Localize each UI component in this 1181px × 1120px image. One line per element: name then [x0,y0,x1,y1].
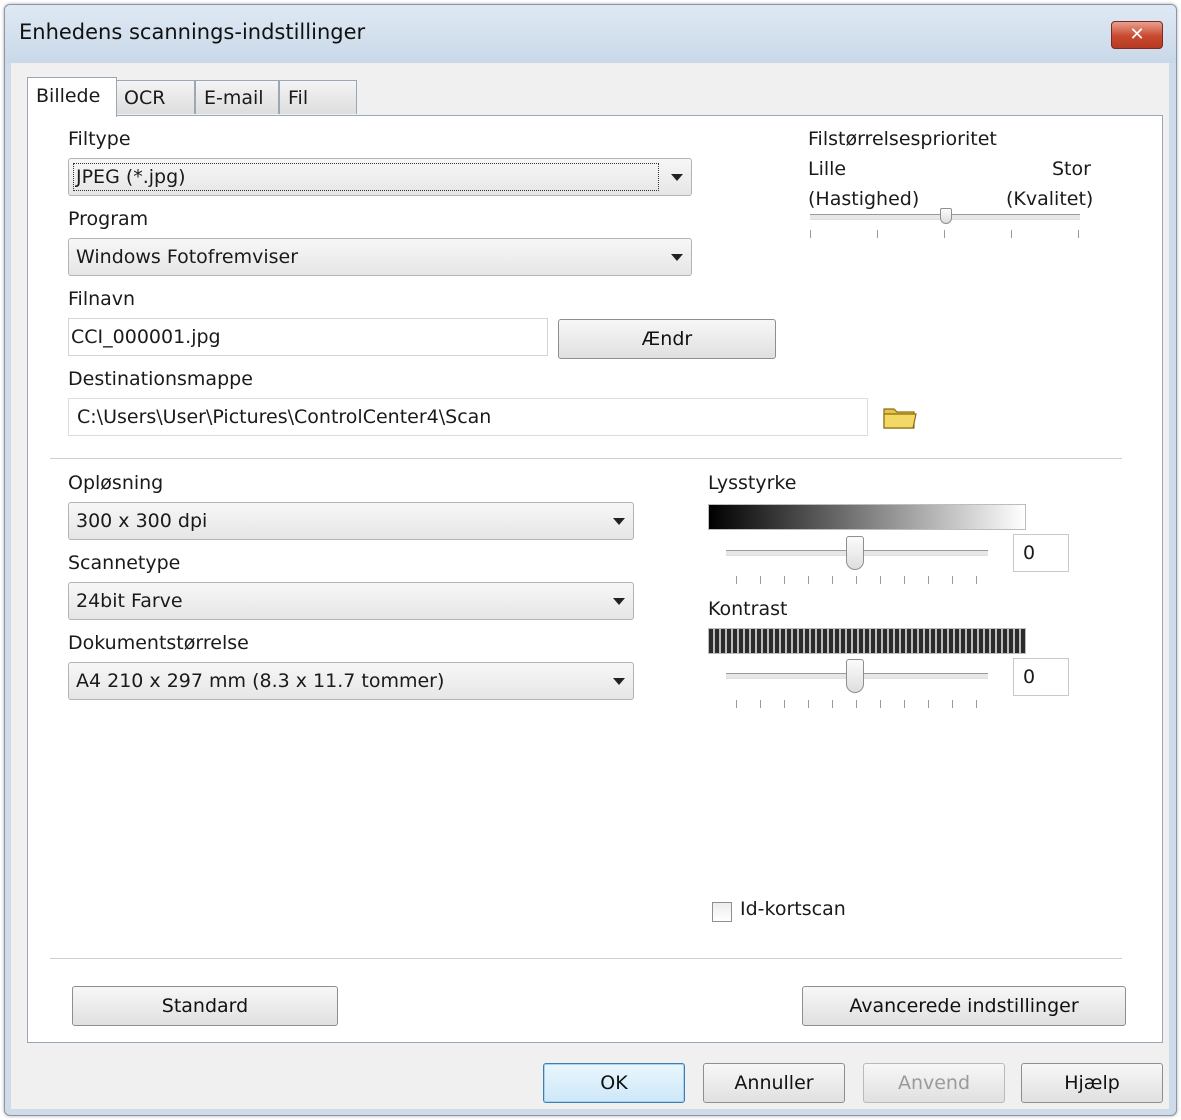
bottom-divider [50,958,1122,959]
size-priority-label: Filstørrelsesprioritet [808,128,997,150]
title-bar[interactable]: Enhedens scannings-indstillinger ✕ [5,5,1176,63]
chevron-down-icon [613,598,625,605]
apply-button[interactable]: Anvend [863,1063,1005,1103]
folder-icon[interactable] [880,400,920,434]
change-name-button[interactable]: Ændr [558,319,776,359]
destination-value: C:\Users\User\Pictures\ControlCenter4\Sc… [77,406,492,428]
size-priority-ticks [810,230,1080,240]
contrast-label: Kontrast [708,598,788,620]
scan-type-label: Scannetype [68,552,181,574]
size-priority-speed-label: (Hastighed) [808,188,920,210]
program-value: Windows Fotofremviser [76,246,299,268]
tab-fil[interactable]: Fil [279,80,357,114]
ok-button[interactable]: OK [543,1063,685,1103]
chevron-down-icon [671,174,683,181]
tab-email[interactable]: E-mail [195,80,279,114]
file-name-value: CCI_000001.jpg [71,326,221,348]
scan-type-select[interactable]: 24bit Farve [68,582,634,620]
close-button[interactable]: ✕ [1111,21,1163,49]
file-name-label: Filnavn [68,288,136,310]
program-label: Program [68,208,149,230]
brightness-label: Lysstyrke [708,472,797,494]
resolution-value: 300 x 300 dpi [76,510,208,532]
resolution-label: Opløsning [68,472,164,494]
contrast-preview-bar [708,628,1026,654]
contrast-ticks [736,700,980,710]
window-title: Enhedens scannings-indstillinger [19,20,366,44]
chevron-down-icon [613,678,625,685]
destination-field[interactable]: C:\Users\User\Pictures\ControlCenter4\Sc… [68,398,868,436]
cancel-button[interactable]: Annuller [703,1063,845,1103]
tab-ocr[interactable]: OCR [115,80,195,114]
brightness-slider-thumb[interactable] [846,536,864,570]
dialog-window: Enhedens scannings-indstillinger ✕ Bille… [4,4,1177,1116]
size-priority-slider-thumb[interactable] [940,208,952,224]
brightness-value-field[interactable]: 0 [1013,534,1069,572]
advanced-settings-button[interactable]: Avancerede indstillinger [802,986,1126,1026]
size-priority-large-label: Stor [1052,158,1091,180]
contrast-value-field[interactable]: 0 [1013,658,1069,696]
file-name-field[interactable]: CCI_000001.jpg [68,318,548,356]
document-size-label: Dokumentstørrelse [68,632,249,654]
id-card-scan-checkbox[interactable] [712,902,732,922]
section-divider [50,458,1122,459]
document-size-select[interactable]: A4 210 x 297 mm (8.3 x 11.7 tommer) [68,662,634,700]
program-select[interactable]: Windows Fotofremviser [68,238,692,276]
size-priority-small-label: Lille [808,158,847,180]
chevron-down-icon [671,254,683,261]
standard-button[interactable]: Standard [72,986,338,1026]
destination-label: Destinationsmappe [68,368,253,390]
help-button[interactable]: Hjælp [1021,1063,1163,1103]
scan-type-value: 24bit Farve [76,590,183,612]
tab-billede[interactable]: Billede [27,77,117,117]
chevron-down-icon [613,518,625,525]
document-size-value: A4 210 x 297 mm (8.3 x 11.7 tommer) [76,670,445,692]
file-type-value: JPEG (*.jpg) [76,166,186,188]
file-type-select[interactable]: JPEG (*.jpg) [68,158,692,196]
brightness-ticks [736,576,980,586]
resolution-select[interactable]: 300 x 300 dpi [68,502,634,540]
size-priority-quality-label: (Kvalitet) [1006,188,1094,210]
brightness-preview-bar [708,504,1026,530]
tab-panel: Filtype JPEG (*.jpg) Program Windows Fot… [27,115,1163,1043]
dialog-client-area: Billede OCR E-mail Fil Filtype JPEG (*.j… [11,63,1169,1109]
id-card-scan-label: Id-kortscan [740,898,846,920]
file-type-label: Filtype [68,128,131,150]
contrast-slider-thumb[interactable] [846,659,864,693]
